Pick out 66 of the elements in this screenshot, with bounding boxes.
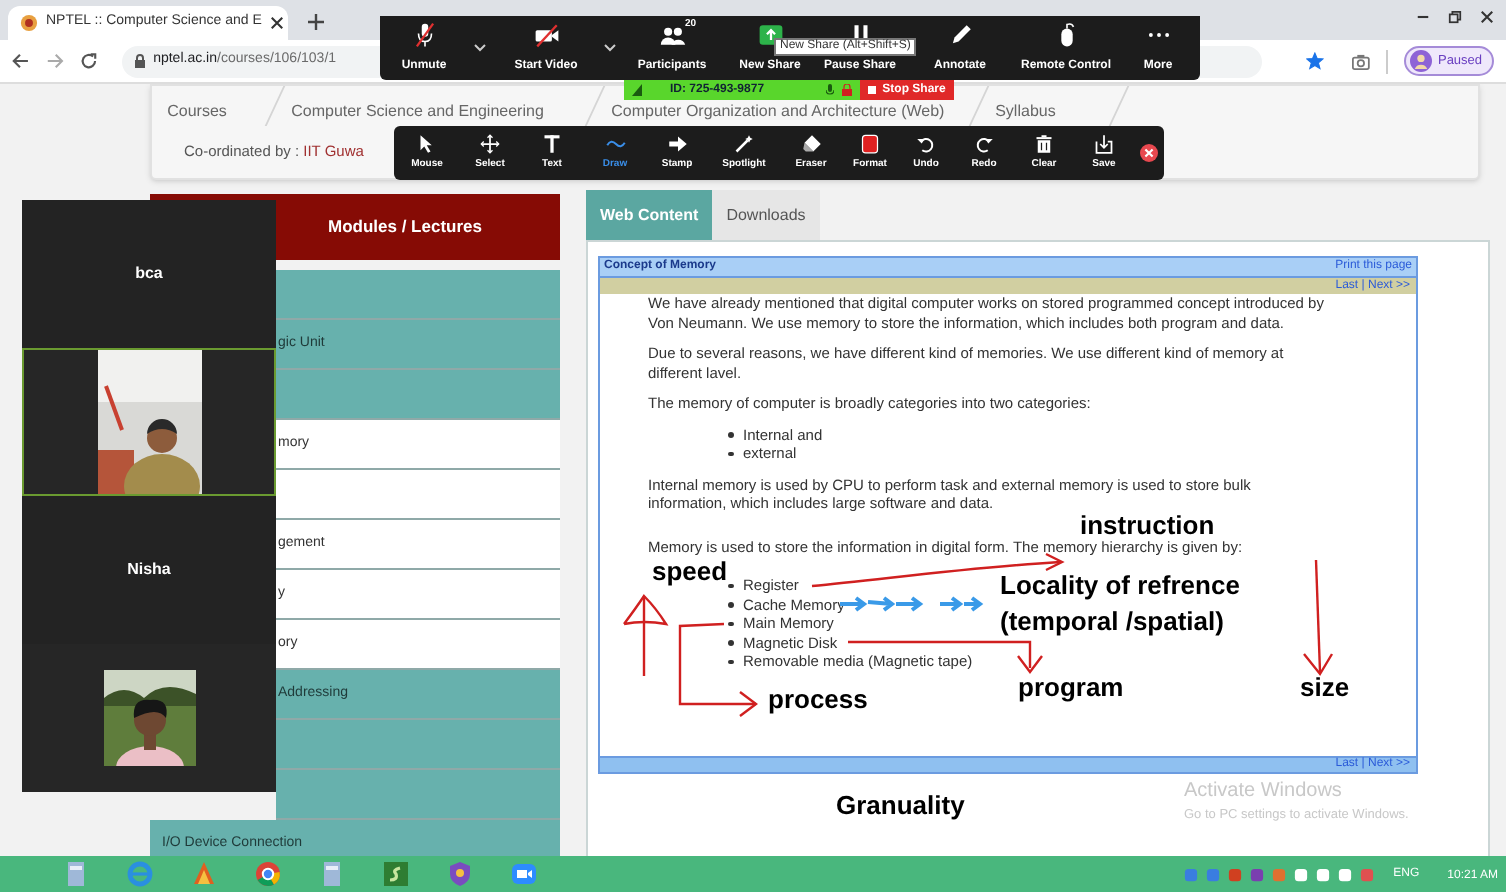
arrow-icon [667,133,687,154]
content-tab[interactable]: Downloads [712,190,820,240]
handwritten-note: (temporal /spatial) [1000,610,1224,632]
wand-icon [734,133,754,154]
eraser-icon [801,133,821,154]
bullet-icon [728,659,733,664]
module-item[interactable] [276,470,560,520]
close-icon[interactable] [1480,10,1494,24]
cursor-icon [417,133,437,154]
back-icon[interactable] [12,52,30,70]
breadcrumb-link[interactable]: Syllabus [995,100,1056,124]
bullet-icon [728,621,733,626]
handwritten-note: Granuality [836,794,965,816]
annotation-arrow [622,594,668,676]
mic-icon [826,84,834,96]
taskbar-app-icon[interactable] [510,860,538,888]
star-icon[interactable] [1306,52,1325,70]
stop-icon [868,86,877,94]
minimize-icon[interactable] [1416,10,1430,24]
breadcrumb-link[interactable]: Computer Organization and Architecture (Web) [611,100,945,124]
download-tray-icon [1094,133,1114,154]
new-tab-icon[interactable] [308,14,324,30]
handwritten-note: instruction [1080,514,1215,536]
color-swatch-icon [860,133,880,154]
handwritten-note: Locality of refrence [1000,574,1240,596]
camera-icon[interactable] [1352,53,1370,69]
site-logo-icon [20,14,38,32]
bullet-icon [728,640,733,645]
handwritten-note: speed [652,560,728,582]
annotation-arrow [1303,559,1334,677]
redo-icon [974,133,994,154]
lock-icon [842,84,852,96]
text-tool-icon [542,133,562,154]
taskbar-app-icon[interactable] [382,860,410,888]
caret-icon [474,44,486,52]
close-icon[interactable] [269,16,284,30]
taskbar-app-icon[interactable] [62,860,90,888]
participant-name: bca [135,262,163,286]
breadcrumb-link[interactable]: Computer Science and Engineering [291,100,544,124]
handwritten-note: program [1018,676,1124,698]
move-icon [480,133,500,154]
trash-icon [1034,133,1054,154]
restore-icon[interactable] [1448,10,1462,24]
taskbar-app-icon[interactable] [190,860,218,888]
mic-muted-icon [411,22,437,48]
bullet-icon [728,602,733,607]
participant-name: Nisha [127,558,171,582]
handwritten-note: process [768,688,868,710]
lock-icon [133,54,146,68]
avatar-icon [1409,50,1432,72]
breadcrumb-link[interactable]: Courses [167,100,227,124]
taskbar-app-icon[interactable] [318,860,346,888]
people-icon [659,22,685,48]
close-icon [1140,144,1158,162]
signal-icon [632,84,642,96]
caret-icon [604,44,616,52]
handwritten-note: size [1300,676,1350,698]
forward-icon[interactable] [45,52,64,70]
taskbar-app-icon[interactable] [446,860,474,888]
bullet-icon [728,451,733,456]
bullet-icon [728,432,733,437]
camera-muted-icon [533,22,559,48]
undo-icon [916,133,936,154]
taskbar-app-icon[interactable] [254,860,282,888]
reload-icon[interactable] [79,52,98,70]
bullet-icon [728,583,733,588]
